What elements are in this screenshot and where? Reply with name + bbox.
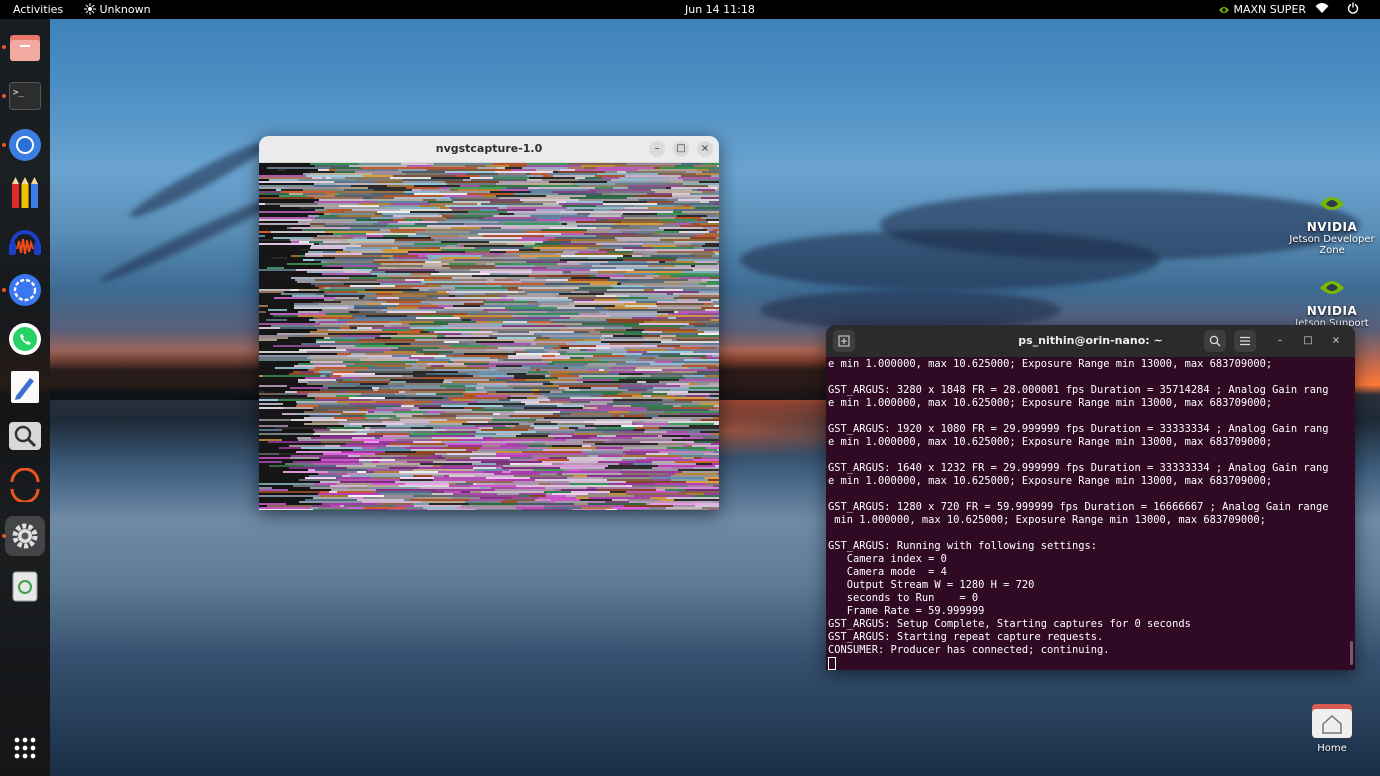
nvidia-wordmark: NVIDIA <box>1306 220 1358 234</box>
files-icon <box>10 35 40 61</box>
activities-button[interactable]: Activities <box>13 3 63 16</box>
show-applications-button[interactable] <box>5 728 45 768</box>
camera-preview-corrupted <box>259 163 719 510</box>
top-bar: Activities Unknown Jun 14 11:18 MAXN SUP… <box>0 0 1380 19</box>
dock-item-files[interactable] <box>2 27 45 67</box>
whatsapp-icon <box>9 323 41 355</box>
running-indicator <box>2 534 6 538</box>
dock-item-pencils[interactable] <box>5 173 45 213</box>
dock-item-audacity[interactable] <box>5 221 45 261</box>
dock-item-signal[interactable] <box>2 270 45 310</box>
app-menu[interactable]: Unknown <box>84 3 151 16</box>
dock-item-chromium[interactable] <box>2 125 45 165</box>
dock-item-trash[interactable] <box>5 566 45 606</box>
minimize-button[interactable]: – <box>649 141 665 157</box>
capture-window[interactable]: nvgstcapture-1.0 – □ × <box>259 136 719 510</box>
nvidia-eye-icon <box>1219 7 1229 13</box>
text-editor-icon <box>11 371 39 403</box>
terminal-output[interactable]: e min 1.000000, max 10.625000; Exposure … <box>828 358 1351 670</box>
terminal-menu-button[interactable] <box>1234 330 1256 352</box>
terminal-line: e min 1.000000, max 10.625000; Exposure … <box>828 475 1273 487</box>
hamburger-menu-icon <box>1240 336 1250 346</box>
power-mode-label: MAXN SUPER <box>1233 3 1307 16</box>
terminal-line: GST_ARGUS: 1280 x 720 FR = 59.999999 fps… <box>828 501 1329 513</box>
wifi-icon <box>1315 3 1329 13</box>
terminal-line: CONSUMER: Producer has connected; contin… <box>828 644 1110 656</box>
gear-icon <box>12 523 38 549</box>
terminal-line: e min 1.000000, max 10.625000; Exposure … <box>828 436 1273 448</box>
terminal-prompt-line[interactable] <box>828 657 1351 670</box>
terminal-window[interactable]: ps_nithin@orin-nano: ~ – □ × e min 1.000… <box>826 325 1355 670</box>
terminal-line: Output Stream W = 1280 H = 720 <box>828 579 1035 591</box>
terminal-line: min 1.000000, max 10.625000; Exposure Ra… <box>828 514 1266 526</box>
terminal-line: Frame Rate = 59.999999 <box>828 605 985 617</box>
home-folder-icon <box>1312 704 1352 738</box>
search-icon <box>9 422 41 450</box>
trash-icon <box>12 571 38 602</box>
running-indicator <box>2 45 6 49</box>
maximize-button[interactable]: □ <box>1301 334 1315 348</box>
power-icon <box>1347 2 1358 14</box>
dock-item-terminal[interactable]: >_ <box>2 76 45 116</box>
nvidia-logo-icon <box>1310 190 1354 222</box>
pencils-icon <box>12 177 38 208</box>
apps-grid-icon <box>14 737 36 759</box>
ubuntu-icon <box>10 468 40 502</box>
terminal-line: GST_ARGUS: Starting repeat capture reque… <box>828 631 1104 643</box>
terminal-line: GST_ARGUS: Running with following settin… <box>828 540 1097 552</box>
running-indicator <box>2 288 6 292</box>
app-generic-icon <box>84 3 96 15</box>
svg-text:>_: >_ <box>13 88 24 98</box>
corrupted-frame-image <box>259 163 719 510</box>
audacity-icon <box>9 230 41 255</box>
dock: >_ <box>0 19 50 776</box>
desktop-icon-home[interactable]: Home <box>1287 700 1377 754</box>
running-indicator <box>2 143 6 147</box>
terminal-line: GST_ARGUS: 3280 x 1848 FR = 28.000001 fp… <box>828 384 1329 396</box>
wallpaper-cloud <box>760 290 1060 330</box>
terminal-line: GST_ARGUS: Setup Complete, Starting capt… <box>828 618 1191 630</box>
dock-item-text-editor[interactable] <box>5 367 45 407</box>
terminal-cursor <box>828 657 836 670</box>
capture-titlebar[interactable]: nvgstcapture-1.0 – □ × <box>259 136 719 163</box>
chromium-icon <box>9 129 41 161</box>
running-indicator <box>2 94 6 98</box>
terminal-line: e min 1.000000, max 10.625000; Exposure … <box>828 358 1273 370</box>
close-button[interactable]: × <box>697 141 713 157</box>
dock-item-settings[interactable] <box>2 516 45 556</box>
terminal-titlebar[interactable]: ps_nithin@orin-nano: ~ – □ × <box>826 325 1355 357</box>
terminal-line: e min 1.000000, max 10.625000; Exposure … <box>828 397 1273 409</box>
system-menu[interactable] <box>1315 2 1359 17</box>
terminal-line: GST_ARGUS: 1640 x 1232 FR = 29.999999 fp… <box>828 462 1329 474</box>
app-name-label: Unknown <box>99 3 151 16</box>
terminal-line: Camera mode = 4 <box>828 566 947 578</box>
terminal-icon: >_ <box>9 82 41 110</box>
terminal-line: Camera index = 0 <box>828 553 947 565</box>
clock[interactable]: Jun 14 11:18 <box>685 3 755 16</box>
close-button[interactable]: × <box>1329 334 1343 348</box>
dock-item-ubuntu-installer[interactable] <box>5 465 45 505</box>
desktop-icon-jetson-support[interactable]: NVIDIA Jetson Support <box>1287 274 1377 329</box>
search-icon <box>1209 335 1221 347</box>
terminal-line: seconds to Run = 0 <box>828 592 979 604</box>
minimize-button[interactable]: – <box>1273 334 1287 348</box>
nvidia-wordmark: NVIDIA <box>1306 304 1358 318</box>
dock-item-search[interactable] <box>5 416 45 456</box>
dock-item-whatsapp[interactable] <box>5 319 45 359</box>
terminal-search-button[interactable] <box>1204 330 1226 352</box>
power-mode-indicator[interactable]: MAXN SUPER <box>1218 3 1306 16</box>
desktop-icon-jetson-developer-zone[interactable]: NVIDIA Jetson Developer Zone <box>1287 190 1377 256</box>
desktop-icon-label: Home <box>1317 743 1347 754</box>
terminal-line: GST_ARGUS: 1920 x 1080 FR = 29.999999 fp… <box>828 423 1329 435</box>
nvidia-logo-icon <box>1310 274 1354 306</box>
maximize-button[interactable]: □ <box>673 141 689 157</box>
signal-icon <box>9 274 41 306</box>
desktop-icon-label: Jetson Developer Zone <box>1289 234 1375 256</box>
terminal-scrollbar[interactable] <box>1350 641 1353 665</box>
